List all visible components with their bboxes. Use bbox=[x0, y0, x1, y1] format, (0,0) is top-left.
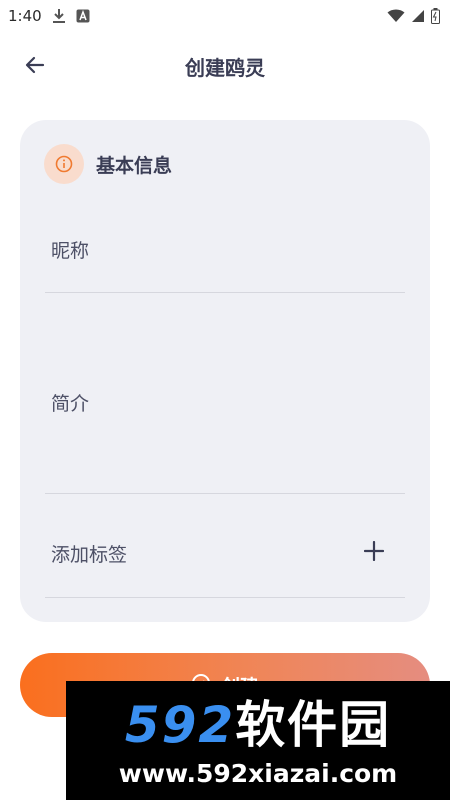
watermark-text: 软件园 bbox=[235, 696, 392, 754]
app-a-icon bbox=[76, 9, 90, 23]
basic-info-card: 基本信息 昵称 简介 添加标签 bbox=[20, 120, 430, 622]
intro-label: 简介 bbox=[51, 393, 90, 415]
watermark-brand: 592软件园 bbox=[66, 697, 450, 753]
watermark-url: www.592xiazai.com bbox=[118, 759, 398, 788]
app-bar: 创建鸥灵 bbox=[0, 42, 450, 90]
watermark-number: 592 bbox=[124, 696, 236, 754]
status-right bbox=[387, 8, 440, 24]
wifi-icon bbox=[387, 9, 405, 23]
add-tags-label: 添加标签 bbox=[51, 544, 128, 566]
section-header: 基本信息 bbox=[44, 144, 172, 184]
section-title: 基本信息 bbox=[96, 154, 173, 177]
plus-icon bbox=[363, 540, 385, 565]
signal-icon bbox=[411, 9, 425, 23]
info-icon bbox=[44, 144, 84, 184]
page-title: 创建鸥灵 bbox=[185, 56, 265, 80]
watermark: 592软件园 www.592xiazai.com bbox=[66, 681, 450, 800]
battery-icon bbox=[431, 8, 440, 24]
status-left: 1:40 bbox=[8, 7, 90, 25]
intro-field[interactable]: 简介 bbox=[45, 293, 405, 494]
status-time: 1:40 bbox=[8, 7, 42, 25]
nickname-field[interactable]: 昵称 bbox=[45, 220, 405, 293]
add-tags-row[interactable]: 添加标签 bbox=[45, 494, 405, 598]
download-icon bbox=[52, 8, 66, 24]
nickname-label: 昵称 bbox=[51, 240, 90, 262]
status-bar: 1:40 bbox=[0, 0, 450, 32]
add-tag-button[interactable] bbox=[361, 540, 387, 566]
